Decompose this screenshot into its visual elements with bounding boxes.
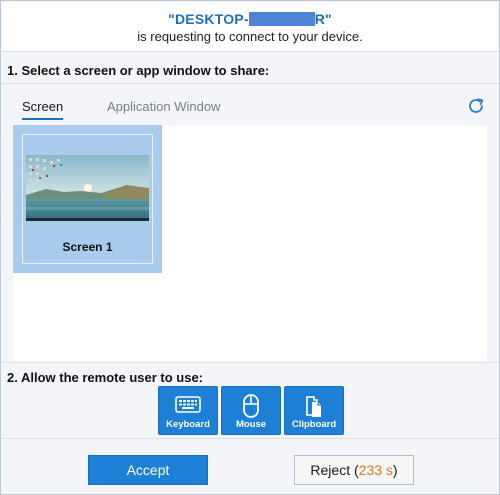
share-section-title: 1. Select a screen or app window to shar… <box>7 63 270 78</box>
divider <box>2 83 498 84</box>
reject-button[interactable]: Reject (233 s) <box>294 455 414 485</box>
countdown-timer: 233 s <box>358 462 393 478</box>
share-tabs: Screen Application Window <box>2 85 498 125</box>
screen-list: Screen 1 <box>13 125 487 361</box>
reject-label: Reject <box>310 462 351 478</box>
mouse-permission-button[interactable]: Mouse <box>221 386 281 435</box>
remote-connection-dialog: "DESKTOP- R" is requesting to connect to … <box>0 0 500 495</box>
request-subtitle: is requesting to connect to your device. <box>137 29 363 44</box>
screen-label: Screen 1 <box>62 240 113 254</box>
tab-application-window[interactable]: Application Window <box>107 99 220 114</box>
keyboard-permission-button[interactable]: Keyboard <box>158 386 218 435</box>
countdown-close: ) <box>392 462 398 478</box>
mouse-label: Mouse <box>235 419 267 430</box>
requester-prefix: "DESKTOP- <box>168 11 249 27</box>
clipboard-permission-button[interactable]: Clipboard <box>284 386 344 435</box>
requester-suffix: R" <box>314 11 332 27</box>
dialog-footer: Accept Reject (233 s) <box>2 438 498 493</box>
redacted-block <box>248 12 315 26</box>
divider <box>2 362 498 363</box>
accept-button[interactable]: Accept <box>88 455 208 485</box>
requester-name: "DESKTOP- R" <box>2 11 498 27</box>
screen-thumbnail <box>26 155 149 221</box>
screen-card-border: Screen 1 <box>22 134 153 264</box>
keyboard-label: Keyboard <box>166 419 210 430</box>
clipboard-label: Clipboard <box>291 419 337 430</box>
permission-toggles: Keyboard Mouse Clipboard <box>158 386 344 435</box>
refresh-icon[interactable] <box>466 96 486 116</box>
screen-card[interactable]: Screen 1 <box>13 125 162 273</box>
dialog-header: "DESKTOP- R" is requesting to connect to … <box>2 2 498 52</box>
permissions-section-title: 2. Allow the remote user to use: <box>7 370 204 385</box>
tab-screen[interactable]: Screen <box>22 99 64 120</box>
